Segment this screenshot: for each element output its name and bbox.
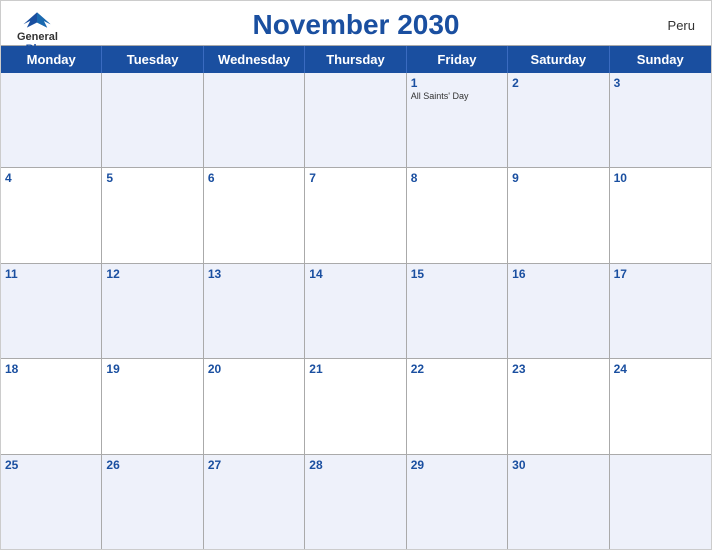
day-cell: 13 [204,264,305,358]
day-cell: 28 [305,455,406,549]
day-number: 25 [5,458,97,472]
logo: General Blue [17,9,58,55]
logo-blue: Blue [26,43,50,55]
day-cell: 23 [508,359,609,453]
logo-general: General [17,31,58,43]
day-number: 20 [208,362,300,376]
day-cell: 4 [1,168,102,262]
day-cell: 16 [508,264,609,358]
calendar: General Blue November 2030 Peru MondayTu… [0,0,712,550]
day-cell: 2 [508,73,609,167]
day-number: 28 [309,458,401,472]
day-number: 12 [106,267,198,281]
day-cell [204,73,305,167]
week-row-4: 18 19 20 21 22 23 24 [1,359,711,454]
week-row-5: 25 26 27 28 29 30 [1,455,711,549]
week-row-2: 456789 10 [1,168,711,263]
day-number: 17 [614,267,707,281]
calendar-title: November 2030 [252,9,459,41]
day-cell: 26 [102,455,203,549]
day-header-saturday: Saturday [508,46,609,73]
day-cell [305,73,406,167]
country-label: Peru [668,18,695,33]
day-number: 26 [106,458,198,472]
day-header-thursday: Thursday [305,46,406,73]
day-cell [1,73,102,167]
day-cell: 25 [1,455,102,549]
day-header-tuesday: Tuesday [102,46,203,73]
day-cell: 20 [204,359,305,453]
day-header-sunday: Sunday [610,46,711,73]
day-cell: 17 [610,264,711,358]
day-number: 6 [208,171,300,185]
day-number: 22 [411,362,503,376]
day-number: 8 [411,171,503,185]
day-number: 4 [5,171,97,185]
day-cell: 30 [508,455,609,549]
day-number: 15 [411,267,503,281]
day-header-wednesday: Wednesday [204,46,305,73]
week-row-1: 1All Saints' Day 23 [1,73,711,168]
day-cell: 14 [305,264,406,358]
day-cell [102,73,203,167]
day-cell: 12 [102,264,203,358]
day-cell: 10 [610,168,711,262]
day-cell [610,455,711,549]
day-cell: 1All Saints' Day [407,73,508,167]
day-number: 21 [309,362,401,376]
logo-icon [19,9,55,31]
day-number: 2 [512,76,604,90]
day-cell: 18 [1,359,102,453]
day-number: 30 [512,458,604,472]
day-number: 18 [5,362,97,376]
day-cell: 9 [508,168,609,262]
day-cell: 5 [102,168,203,262]
day-cell: 8 [407,168,508,262]
day-cell: 21 [305,359,406,453]
day-cell: 3 [610,73,711,167]
day-number: 11 [5,267,97,281]
weeks-container: 1All Saints' Day234567891011121314151617… [1,73,711,549]
day-cell: 27 [204,455,305,549]
day-headers-row: MondayTuesdayWednesdayThursdayFridaySatu… [1,46,711,73]
day-number: 24 [614,362,707,376]
day-number: 5 [106,171,198,185]
day-number: 7 [309,171,401,185]
day-number: 3 [614,76,707,90]
day-cell: 29 [407,455,508,549]
day-cell: 7 [305,168,406,262]
day-number: 16 [512,267,604,281]
day-header-friday: Friday [407,46,508,73]
day-number: 13 [208,267,300,281]
holiday-label: All Saints' Day [411,91,503,101]
day-cell: 22 [407,359,508,453]
calendar-header: General Blue November 2030 Peru [1,1,711,45]
week-row-3: 11 12 13 14 15 16 17 [1,264,711,359]
day-number: 27 [208,458,300,472]
day-cell: 15 [407,264,508,358]
day-number: 14 [309,267,401,281]
day-number: 10 [614,171,707,185]
day-number: 23 [512,362,604,376]
day-number: 9 [512,171,604,185]
day-cell: 19 [102,359,203,453]
day-number: 19 [106,362,198,376]
calendar-grid: MondayTuesdayWednesdayThursdayFridaySatu… [1,45,711,549]
day-number: 1 [411,76,503,90]
day-cell: 11 [1,264,102,358]
day-cell: 6 [204,168,305,262]
day-cell: 24 [610,359,711,453]
day-number: 29 [411,458,503,472]
